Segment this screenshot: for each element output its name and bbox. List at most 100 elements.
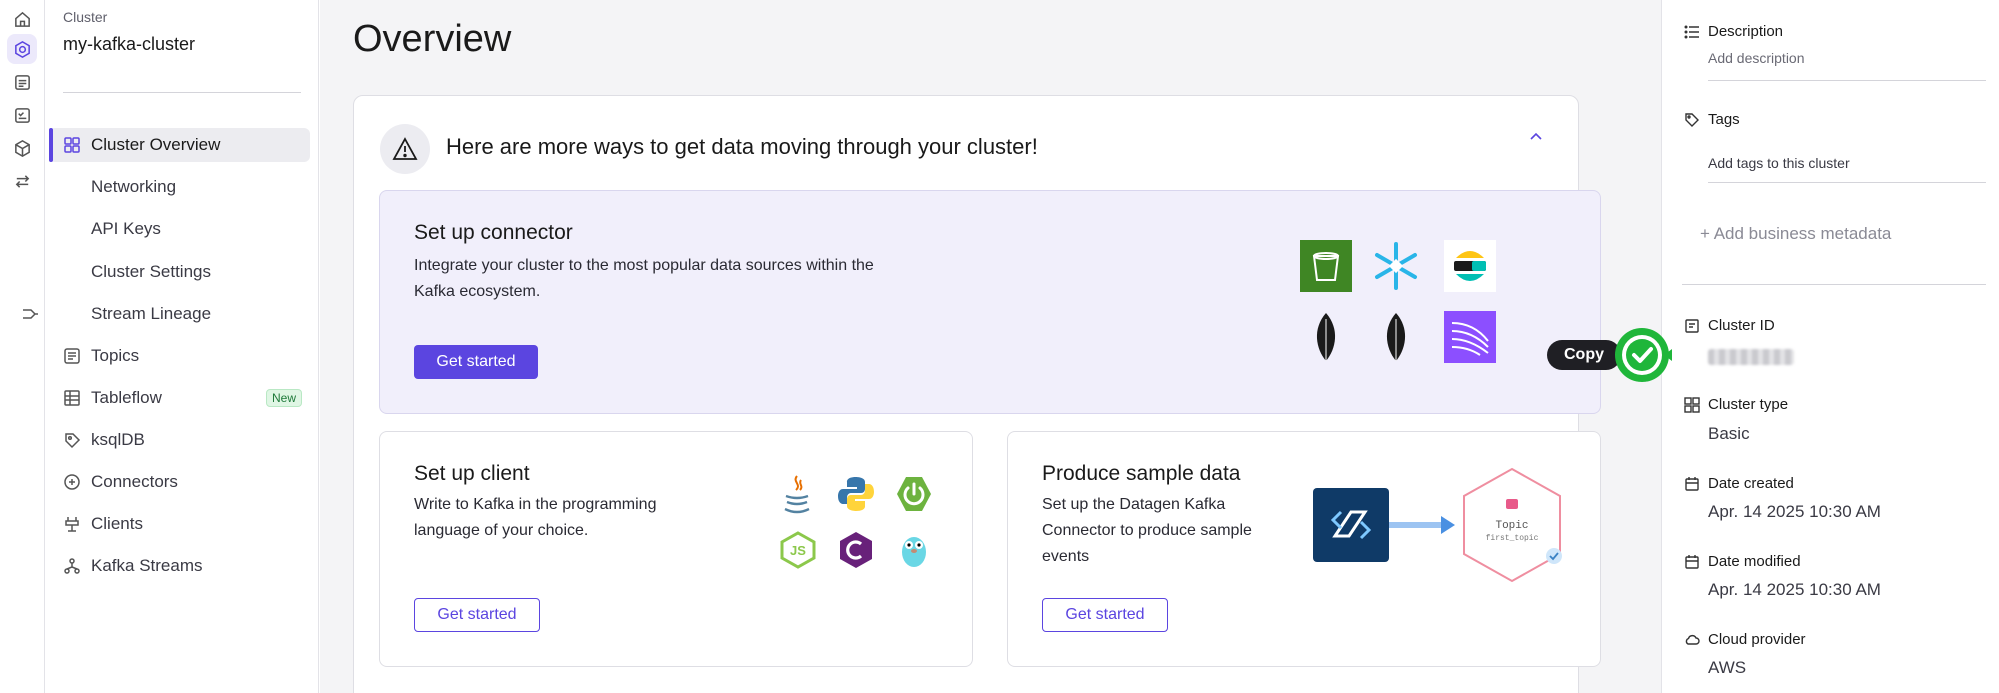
page-title: Overview — [353, 18, 512, 60]
connector-get-started-button[interactable]: Get started — [414, 345, 538, 379]
tag-icon — [1685, 113, 1699, 127]
java-icon — [784, 475, 810, 514]
sidebar-item-networking[interactable]: Networking — [49, 170, 310, 204]
sidebar-item-label: Topics — [91, 346, 140, 365]
svg-text:JS: JS — [790, 543, 806, 558]
topic-name: first_topic — [1485, 534, 1539, 543]
sidebar-item-topics[interactable]: Topics — [49, 339, 310, 373]
go-icon — [902, 537, 926, 567]
add-business-metadata-button[interactable]: + Add business metadata — [1700, 224, 1891, 244]
description-field[interactable]: Add description — [1708, 50, 1805, 66]
grid-icon — [63, 136, 81, 154]
sidebar-item-api-keys[interactable]: API Keys — [49, 212, 310, 246]
cluster-id-label: Cluster ID — [1708, 317, 1775, 334]
sidebar-item-ksqldb[interactable]: ksqlDB — [49, 423, 310, 457]
icon-rail — [0, 0, 45, 693]
cluster-icon[interactable] — [7, 34, 37, 64]
sidebar-item-cluster-settings[interactable]: Cluster Settings — [49, 255, 310, 289]
streams-icon — [63, 557, 81, 575]
description-underline — [1708, 80, 1986, 81]
date-modified-value: Apr. 14 2025 10:30 AM — [1708, 580, 1881, 599]
sidebar-item-label: ksqlDB — [91, 430, 145, 449]
topic-label: Topic — [1495, 520, 1529, 532]
produce-sample-data-card: Produce sample data Set up the Datagen K… — [1007, 431, 1601, 667]
client-title: Set up client — [414, 462, 530, 485]
sample-title: Produce sample data — [1042, 462, 1241, 485]
sidebar-item-kafka-streams[interactable]: Kafka Streams — [49, 549, 310, 583]
sidebar-item-tableflow[interactable]: Tableflow New — [49, 381, 310, 415]
cluster-type-value: Basic — [1708, 424, 1750, 443]
sidebar-item-label: Kafka Streams — [91, 556, 203, 575]
list-icon — [1684, 25, 1699, 39]
mongodb-icon — [1386, 313, 1406, 361]
csharp-icon — [840, 532, 872, 568]
connectors-icon — [63, 473, 81, 491]
swap-icon[interactable] — [7, 166, 37, 196]
kinesis-icon — [1444, 311, 1496, 363]
nodejs-icon: JS — [780, 531, 816, 569]
home-icon[interactable] — [7, 4, 37, 34]
check-circle-icon[interactable] — [1612, 325, 1672, 385]
document-icon[interactable] — [7, 67, 37, 97]
spring-icon — [897, 477, 931, 511]
connector-title: Set up connector — [414, 221, 573, 244]
sidebar-divider — [63, 92, 301, 93]
tags-underline — [1708, 182, 1986, 183]
python-icon — [838, 477, 874, 511]
checklist-icon[interactable] — [7, 100, 37, 130]
date-created-value: Apr. 14 2025 10:30 AM — [1708, 502, 1881, 521]
topics-icon — [63, 347, 81, 365]
cluster-details-panel: Description Add description Tags Add tag… — [1661, 0, 1999, 693]
description-label: Description — [1708, 23, 1784, 40]
setup-connector-card: Set up connector Integrate your cluster … — [379, 190, 1601, 414]
date-modified-label: Date modified — [1708, 553, 1801, 570]
cluster-caption: Cluster — [63, 9, 108, 25]
banner-text: Here are more ways to get data moving th… — [446, 134, 1038, 159]
sidebar-item-label: API Keys — [91, 219, 161, 238]
id-card-icon — [1685, 319, 1699, 333]
warning-icon — [380, 124, 430, 174]
s3-bucket-icon — [1300, 240, 1352, 292]
cluster-type-label: Cluster type — [1708, 396, 1789, 413]
sidebar-item-clients[interactable]: Clients — [49, 507, 310, 541]
cluster-id-value[interactable] — [1708, 349, 1794, 365]
lineage-icon — [21, 305, 39, 323]
client-get-started-button[interactable]: Get started — [414, 598, 540, 632]
get-started-panel: Here are more ways to get data moving th… — [353, 95, 1601, 693]
clients-icon — [63, 515, 81, 533]
arrow-right-icon — [1389, 516, 1455, 534]
sidebar-item-label: Stream Lineage — [91, 304, 212, 323]
date-created-label: Date created — [1708, 475, 1794, 492]
sidebar-item-label: Cluster Overview — [91, 135, 221, 154]
cluster-sidebar: Cluster my-kafka-cluster Cluster Overvie… — [23, 0, 319, 693]
tags-label: Tags — [1708, 111, 1740, 128]
connector-description: Integrate your cluster to the most popul… — [414, 257, 874, 300]
sidebar-item-label: Clients — [91, 514, 143, 533]
calendar-icon — [1685, 555, 1699, 569]
sidebar-item-connectors[interactable]: Connectors — [49, 465, 310, 499]
datagen-connector-icon — [1313, 488, 1389, 562]
ksqldb-icon — [63, 431, 81, 449]
tags-field[interactable]: Add tags to this cluster — [1708, 155, 1850, 171]
table-icon — [63, 389, 81, 407]
sidebar-item-stream-lineage[interactable]: Stream Lineage — [23, 297, 310, 331]
setup-client-card: Set up client Write to Kafka in the prog… — [379, 431, 973, 667]
cloud-icon — [1685, 634, 1700, 645]
sidebar-item-label: Networking — [91, 177, 177, 196]
mongodb-icon — [1316, 313, 1336, 361]
cluster-name[interactable]: my-kafka-cluster — [63, 34, 195, 55]
main-content: Overview Here are more ways to get data … — [320, 0, 1661, 693]
snowflake-icon — [1375, 242, 1417, 290]
package-icon[interactable] — [7, 133, 37, 163]
sidebar-item-cluster-overview[interactable]: Cluster Overview — [49, 128, 310, 162]
details-divider — [1682, 284, 1986, 285]
sidebar-item-label: Connectors — [91, 472, 178, 491]
client-description: Write to Kafka in the programming langua… — [414, 496, 657, 539]
chevron-up-icon[interactable] — [1526, 126, 1546, 146]
sample-get-started-button[interactable]: Get started — [1042, 598, 1168, 632]
sample-description: Set up the Datagen Kafka Connector to pr… — [1042, 496, 1252, 565]
cloud-provider-value: AWS — [1708, 658, 1747, 677]
cloud-provider-label: Cloud provider — [1708, 631, 1806, 648]
calendar-icon — [1685, 477, 1699, 491]
sidebar-item-label: Cluster Settings — [91, 262, 211, 281]
